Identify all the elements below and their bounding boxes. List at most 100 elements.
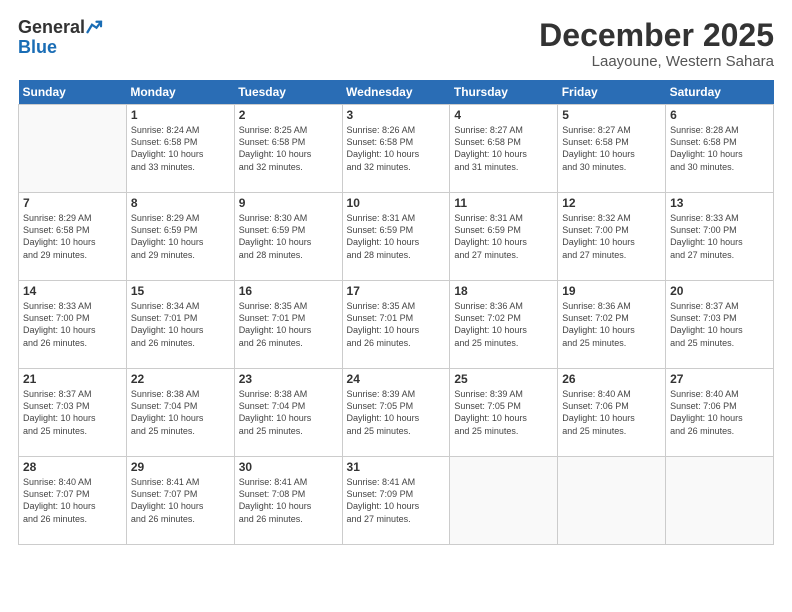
day-number: 25 <box>454 372 553 386</box>
day-cell: 16 Sunrise: 8:35 AM Sunset: 7:01 PM Dayli… <box>234 281 342 369</box>
day-info: Sunrise: 8:31 AM Sunset: 6:59 PM Dayligh… <box>454 212 553 261</box>
weekday-header-thursday: Thursday <box>450 80 558 105</box>
day-cell: 29 Sunrise: 8:41 AM Sunset: 7:07 PM Dayli… <box>126 457 234 545</box>
day-cell: 11 Sunrise: 8:31 AM Sunset: 6:59 PM Dayli… <box>450 193 558 281</box>
calendar-title: December 2025 <box>539 18 774 53</box>
day-info: Sunrise: 8:29 AM Sunset: 6:59 PM Dayligh… <box>131 212 230 261</box>
day-number: 6 <box>670 108 769 122</box>
day-cell: 24 Sunrise: 8:39 AM Sunset: 7:05 PM Dayli… <box>342 369 450 457</box>
day-info: Sunrise: 8:27 AM Sunset: 6:58 PM Dayligh… <box>454 124 553 173</box>
day-cell: 7 Sunrise: 8:29 AM Sunset: 6:58 PM Daylig… <box>19 193 127 281</box>
day-info: Sunrise: 8:36 AM Sunset: 7:02 PM Dayligh… <box>454 300 553 349</box>
day-info: Sunrise: 8:37 AM Sunset: 7:03 PM Dayligh… <box>23 388 122 437</box>
day-number: 30 <box>239 460 338 474</box>
weekday-header-sunday: Sunday <box>19 80 127 105</box>
day-number: 16 <box>239 284 338 298</box>
day-cell: 26 Sunrise: 8:40 AM Sunset: 7:06 PM Dayli… <box>558 369 666 457</box>
day-number: 14 <box>23 284 122 298</box>
calendar-page: General Blue December 2025 Laayoune, Wes… <box>0 0 792 612</box>
weekday-header-row: SundayMondayTuesdayWednesdayThursdayFrid… <box>19 80 774 105</box>
title-block: December 2025 Laayoune, Western Sahara <box>539 18 774 70</box>
calendar-table: SundayMondayTuesdayWednesdayThursdayFrid… <box>18 80 774 545</box>
day-info: Sunrise: 8:29 AM Sunset: 6:58 PM Dayligh… <box>23 212 122 261</box>
day-number: 26 <box>562 372 661 386</box>
day-number: 3 <box>347 108 446 122</box>
day-number: 7 <box>23 196 122 210</box>
day-cell: 4Sunrise: 8:27 AM Sunset: 6:58 PM Daylig… <box>450 105 558 193</box>
logo: General Blue <box>18 18 104 58</box>
day-number: 23 <box>239 372 338 386</box>
weekday-header-tuesday: Tuesday <box>234 80 342 105</box>
day-number: 1 <box>131 108 230 122</box>
day-cell: 10 Sunrise: 8:31 AM Sunset: 6:59 PM Dayli… <box>342 193 450 281</box>
logo-text-blue: Blue <box>18 38 57 58</box>
day-number: 11 <box>454 196 553 210</box>
day-info: Sunrise: 8:35 AM Sunset: 7:01 PM Dayligh… <box>347 300 446 349</box>
day-number: 24 <box>347 372 446 386</box>
day-cell: 5 Sunrise: 8:27 AM Sunset: 6:58 PM Daylig… <box>558 105 666 193</box>
day-info: Sunrise: 8:38 AM Sunset: 7:04 PM Dayligh… <box>239 388 338 437</box>
day-cell: 21 Sunrise: 8:37 AM Sunset: 7:03 PM Dayli… <box>19 369 127 457</box>
day-cell: 23 Sunrise: 8:38 AM Sunset: 7:04 PM Dayli… <box>234 369 342 457</box>
weekday-header-friday: Friday <box>558 80 666 105</box>
day-cell: 12 Sunrise: 8:32 AM Sunset: 7:00 PM Dayli… <box>558 193 666 281</box>
day-number: 22 <box>131 372 230 386</box>
day-info: Sunrise: 8:33 AM Sunset: 7:00 PM Dayligh… <box>670 212 769 261</box>
day-cell: 3 Sunrise: 8:26 AM Sunset: 6:58 PM Daylig… <box>342 105 450 193</box>
day-number: 29 <box>131 460 230 474</box>
day-cell: 8 Sunrise: 8:29 AM Sunset: 6:59 PM Daylig… <box>126 193 234 281</box>
week-row-2: 7 Sunrise: 8:29 AM Sunset: 6:58 PM Daylig… <box>19 193 774 281</box>
week-row-1: 1Sunrise: 8:24 AM Sunset: 6:58 PM Daylig… <box>19 105 774 193</box>
day-info: Sunrise: 8:41 AM Sunset: 7:09 PM Dayligh… <box>347 476 446 525</box>
day-number: 9 <box>239 196 338 210</box>
day-info: Sunrise: 8:33 AM Sunset: 7:00 PM Dayligh… <box>23 300 122 349</box>
day-number: 10 <box>347 196 446 210</box>
day-cell <box>666 457 774 545</box>
day-number: 17 <box>347 284 446 298</box>
day-cell: 2Sunrise: 8:25 AM Sunset: 6:58 PM Daylig… <box>234 105 342 193</box>
day-number: 8 <box>131 196 230 210</box>
day-number: 20 <box>670 284 769 298</box>
day-number: 5 <box>562 108 661 122</box>
day-cell: 6 Sunrise: 8:28 AM Sunset: 6:58 PM Daylig… <box>666 105 774 193</box>
logo-text-general: General <box>18 18 85 38</box>
day-number: 31 <box>347 460 446 474</box>
day-cell <box>450 457 558 545</box>
day-cell: 22Sunrise: 8:38 AM Sunset: 7:04 PM Dayli… <box>126 369 234 457</box>
day-info: Sunrise: 8:27 AM Sunset: 6:58 PM Dayligh… <box>562 124 661 173</box>
day-info: Sunrise: 8:26 AM Sunset: 6:58 PM Dayligh… <box>347 124 446 173</box>
day-number: 15 <box>131 284 230 298</box>
header: General Blue December 2025 Laayoune, Wes… <box>18 18 774 70</box>
week-row-3: 14 Sunrise: 8:33 AM Sunset: 7:00 PM Dayli… <box>19 281 774 369</box>
day-number: 21 <box>23 372 122 386</box>
weekday-header-monday: Monday <box>126 80 234 105</box>
day-info: Sunrise: 8:39 AM Sunset: 7:05 PM Dayligh… <box>454 388 553 437</box>
day-number: 27 <box>670 372 769 386</box>
day-info: Sunrise: 8:41 AM Sunset: 7:07 PM Dayligh… <box>131 476 230 525</box>
day-number: 12 <box>562 196 661 210</box>
week-row-4: 21 Sunrise: 8:37 AM Sunset: 7:03 PM Dayli… <box>19 369 774 457</box>
day-cell: 14 Sunrise: 8:33 AM Sunset: 7:00 PM Dayli… <box>19 281 127 369</box>
day-info: Sunrise: 8:32 AM Sunset: 7:00 PM Dayligh… <box>562 212 661 261</box>
day-info: Sunrise: 8:36 AM Sunset: 7:02 PM Dayligh… <box>562 300 661 349</box>
day-cell: 9 Sunrise: 8:30 AM Sunset: 6:59 PM Daylig… <box>234 193 342 281</box>
day-cell <box>558 457 666 545</box>
day-cell: 18 Sunrise: 8:36 AM Sunset: 7:02 PM Dayli… <box>450 281 558 369</box>
day-info: Sunrise: 8:28 AM Sunset: 6:58 PM Dayligh… <box>670 124 769 173</box>
day-cell: 13Sunrise: 8:33 AM Sunset: 7:00 PM Dayli… <box>666 193 774 281</box>
calendar-subtitle: Laayoune, Western Sahara <box>539 53 774 70</box>
day-number: 19 <box>562 284 661 298</box>
day-info: Sunrise: 8:35 AM Sunset: 7:01 PM Dayligh… <box>239 300 338 349</box>
day-info: Sunrise: 8:34 AM Sunset: 7:01 PM Dayligh… <box>131 300 230 349</box>
day-cell: 1Sunrise: 8:24 AM Sunset: 6:58 PM Daylig… <box>126 105 234 193</box>
day-info: Sunrise: 8:30 AM Sunset: 6:59 PM Dayligh… <box>239 212 338 261</box>
week-row-5: 28Sunrise: 8:40 AM Sunset: 7:07 PM Dayli… <box>19 457 774 545</box>
day-cell: 20 Sunrise: 8:37 AM Sunset: 7:03 PM Dayli… <box>666 281 774 369</box>
day-info: Sunrise: 8:31 AM Sunset: 6:59 PM Dayligh… <box>347 212 446 261</box>
day-info: Sunrise: 8:40 AM Sunset: 7:06 PM Dayligh… <box>562 388 661 437</box>
day-info: Sunrise: 8:39 AM Sunset: 7:05 PM Dayligh… <box>347 388 446 437</box>
day-info: Sunrise: 8:37 AM Sunset: 7:03 PM Dayligh… <box>670 300 769 349</box>
day-info: Sunrise: 8:25 AM Sunset: 6:58 PM Dayligh… <box>239 124 338 173</box>
day-number: 18 <box>454 284 553 298</box>
day-info: Sunrise: 8:41 AM Sunset: 7:08 PM Dayligh… <box>239 476 338 525</box>
